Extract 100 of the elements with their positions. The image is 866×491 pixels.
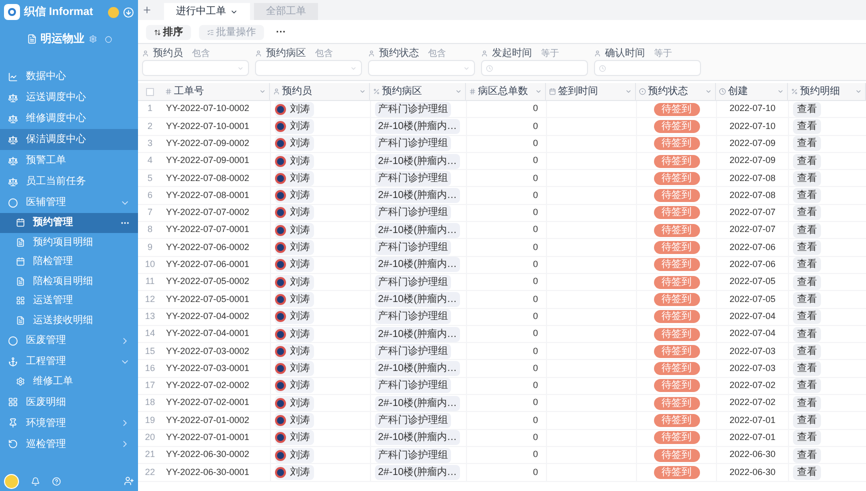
- column-header[interactable]: 签到时间: [558, 84, 623, 99]
- view-link[interactable]: 查看: [793, 188, 821, 204]
- view-link[interactable]: 查看: [793, 170, 821, 186]
- sort-icon: [154, 28, 161, 36]
- view-link[interactable]: 查看: [793, 118, 821, 134]
- sidebar-subitem[interactable]: 预约管理: [0, 213, 138, 232]
- view-link[interactable]: 查看: [793, 257, 821, 272]
- created-date: 2022-07-02: [729, 379, 776, 392]
- column-header[interactable]: 预约状态: [648, 84, 703, 99]
- user-avatar[interactable]: [108, 6, 119, 18]
- sidebar-item[interactable]: 保洁调度中心: [0, 129, 138, 150]
- created-date: 2022-07-06: [729, 258, 776, 272]
- count-value: 0: [532, 136, 538, 150]
- filter-field[interactable]: [368, 60, 475, 76]
- column-header[interactable]: 创建: [728, 84, 775, 99]
- ward-tag: 2#-10楼(肿瘤内…: [375, 292, 460, 307]
- order-number: YY-2022-07-01-0001: [166, 432, 250, 442]
- created-date: 2022-07-06: [729, 240, 776, 254]
- tab[interactable]: 进行中工单: [164, 3, 250, 20]
- more-button[interactable]: ···: [272, 24, 290, 40]
- created-date: 2022-07-05: [729, 292, 776, 306]
- row-number: 19: [144, 414, 156, 427]
- view-link[interactable]: 查看: [793, 344, 821, 359]
- download-icon[interactable]: [123, 6, 134, 18]
- ward-tag: 产科门诊护理组: [375, 136, 451, 152]
- filter-label: 预约状态: [379, 46, 419, 60]
- column-header[interactable]: 工单号: [174, 84, 257, 99]
- view-link[interactable]: 查看: [793, 240, 821, 256]
- view-link[interactable]: 查看: [793, 309, 821, 324]
- view-link[interactable]: 查看: [793, 396, 821, 411]
- user-avatar[interactable]: [4, 474, 19, 488]
- view-link[interactable]: 查看: [793, 205, 821, 220]
- view-link[interactable]: 查看: [793, 464, 821, 480]
- field-icon: [373, 88, 380, 95]
- ward-tag: 产科门诊护理组: [375, 274, 451, 290]
- ward-tag: 产科门诊护理组: [375, 240, 451, 256]
- filter-field[interactable]: [255, 60, 362, 76]
- column-header[interactable]: 预约明细: [800, 84, 853, 99]
- count-value: 0: [532, 188, 538, 202]
- switch-icon[interactable]: [104, 36, 112, 42]
- created-date: 2022-07-02: [729, 396, 776, 410]
- order-number: YY-2022-06-30-0001: [166, 466, 250, 477]
- status-tag: 待签到: [654, 362, 700, 376]
- add-user-icon[interactable]: [124, 476, 134, 486]
- column-header[interactable]: 预约病区: [382, 84, 453, 99]
- count-value: 0: [532, 275, 538, 288]
- menu-icon: [16, 257, 25, 266]
- select-all-checkbox[interactable]: [146, 88, 154, 96]
- view-link[interactable]: 查看: [793, 412, 821, 428]
- row-number: 3: [146, 136, 154, 150]
- count-value: 0: [532, 292, 538, 306]
- row-number: 10: [144, 258, 156, 272]
- status-tag: 待签到: [654, 276, 700, 289]
- row-number: 7: [146, 206, 154, 220]
- filter-field[interactable]: [142, 60, 249, 76]
- created-date: 2022-07-08: [729, 172, 776, 185]
- view-link[interactable]: 查看: [793, 378, 821, 394]
- ward-tag: 2#-10楼(肿瘤内…: [375, 118, 460, 134]
- view-link[interactable]: 查看: [793, 154, 821, 169]
- field-icon: [273, 88, 280, 95]
- add-tab-icon[interactable]: [142, 5, 152, 15]
- order-number: YY-2022-07-04-0001: [166, 328, 250, 338]
- row-number: 22: [144, 466, 156, 479]
- bell-icon[interactable]: [31, 476, 40, 486]
- view-link[interactable]: 查看: [793, 102, 821, 117]
- chevron-down-icon: [350, 64, 357, 72]
- filter-field[interactable]: [594, 60, 701, 76]
- created-date: 2022-06-30: [729, 466, 776, 479]
- status-tag: 待签到: [654, 344, 700, 358]
- chevron-down-icon: [237, 64, 244, 72]
- order-number: YY-2022-07-05-0002: [166, 276, 250, 286]
- view-link[interactable]: 查看: [793, 292, 821, 307]
- ward-tag: 2#-10楼(肿瘤内…: [375, 430, 460, 446]
- settings-icon[interactable]: [88, 35, 96, 43]
- status-tag: 待签到: [654, 310, 700, 324]
- sort-button[interactable]: 排序: [146, 24, 191, 40]
- help-icon[interactable]: [52, 476, 61, 486]
- status-tag: 待签到: [654, 154, 700, 168]
- column-header[interactable]: 预约员: [282, 84, 357, 99]
- person-chip: 刘涛: [275, 222, 314, 238]
- created-date: 2022-06-30: [729, 448, 776, 462]
- order-number: YY-2022-07-07-0002: [166, 207, 250, 218]
- created-date: 2022-07-07: [729, 206, 776, 220]
- view-link[interactable]: 查看: [793, 430, 821, 446]
- status-tag: 待签到: [654, 189, 700, 202]
- view-link[interactable]: 查看: [793, 136, 821, 152]
- filter-field[interactable]: [481, 60, 588, 76]
- created-date: 2022-07-01: [729, 414, 776, 427]
- clock-icon: [486, 64, 493, 72]
- view-link[interactable]: 查看: [793, 361, 821, 376]
- menu-icon: [8, 418, 18, 428]
- view-link[interactable]: 查看: [793, 222, 821, 238]
- view-link[interactable]: 查看: [793, 326, 821, 342]
- count-value: 0: [532, 448, 538, 462]
- view-link[interactable]: 查看: [793, 274, 821, 290]
- column-header[interactable]: 病区总单数: [478, 84, 533, 99]
- ward-tag: 2#-10楼(肿瘤内…: [375, 361, 460, 376]
- view-link[interactable]: 查看: [793, 448, 821, 463]
- ward-tag: 2#-10楼(肿瘤内…: [375, 396, 460, 411]
- menu-icon: [16, 296, 25, 306]
